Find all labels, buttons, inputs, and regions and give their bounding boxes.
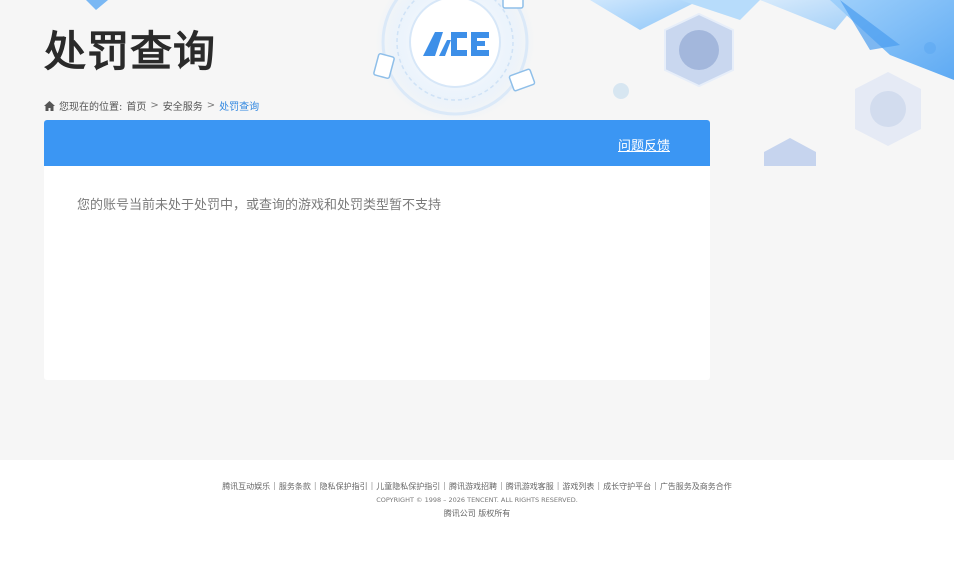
- panel-header: 问题反馈: [44, 120, 710, 166]
- page-title: 处罚查询: [44, 27, 217, 76]
- company-text: 腾讯公司 版权所有: [443, 509, 511, 518]
- breadcrumb-current: 处罚查询: [219, 102, 260, 113]
- copyright-text: COPYRIGHT © 1998 – 2026 TENCENT. ALL RIG…: [376, 496, 578, 504]
- footer-link-support[interactable]: 腾讯游戏客服: [506, 481, 554, 492]
- footer-link-ieg[interactable]: 腾讯互动娱乐: [222, 481, 270, 492]
- footer-link-privacy[interactable]: 隐私保护指引: [320, 481, 368, 492]
- footer-link-games[interactable]: 游戏列表: [562, 481, 594, 492]
- breadcrumb-security-link[interactable]: 安全服务: [163, 98, 203, 113]
- home-icon: [44, 100, 55, 111]
- result-panel: 问题反馈 您的账号当前未处于处罚中，或查询的游戏和处罚类型暂不支持: [44, 120, 710, 380]
- footer-link-jobs[interactable]: 腾讯游戏招聘: [449, 481, 497, 492]
- panel-body: 您的账号当前未处于处罚中，或查询的游戏和处罚类型暂不支持: [44, 166, 710, 241]
- ace-logo: [421, 28, 491, 58]
- feedback-link[interactable]: 问题反馈: [618, 135, 670, 154]
- footer: 腾讯互动娱乐 | 服务条款 | 隐私保护指引 | 儿童隐私保护指引 | 腾讯游戏招聘 | …: [0, 460, 954, 585]
- breadcrumb: 您现在的位置: 首页 > 安全服务 > 处罚查询: [44, 98, 259, 113]
- breadcrumb-separator: >: [206, 100, 216, 111]
- footer-links: 腾讯互动娱乐 | 服务条款 | 隐私保护指引 | 儿童隐私保护指引 | 腾讯游戏招聘 | …: [222, 481, 732, 492]
- result-message: 您的账号当前未处于处罚中，或查询的游戏和处罚类型暂不支持: [77, 198, 442, 213]
- footer-link-guardian[interactable]: 成长守护平台: [603, 481, 651, 492]
- footer-link-terms[interactable]: 服务条款: [279, 481, 311, 492]
- breadcrumb-separator: >: [150, 100, 159, 111]
- footer-link-child-privacy[interactable]: 儿童隐私保护指引: [376, 481, 440, 492]
- breadcrumb-prefix: 您现在的位置:: [59, 102, 123, 113]
- breadcrumb-home-link[interactable]: 首页: [126, 98, 146, 113]
- ace-logo-icon: [423, 32, 489, 56]
- footer-link-ads[interactable]: 广告服务及商务合作: [660, 481, 732, 492]
